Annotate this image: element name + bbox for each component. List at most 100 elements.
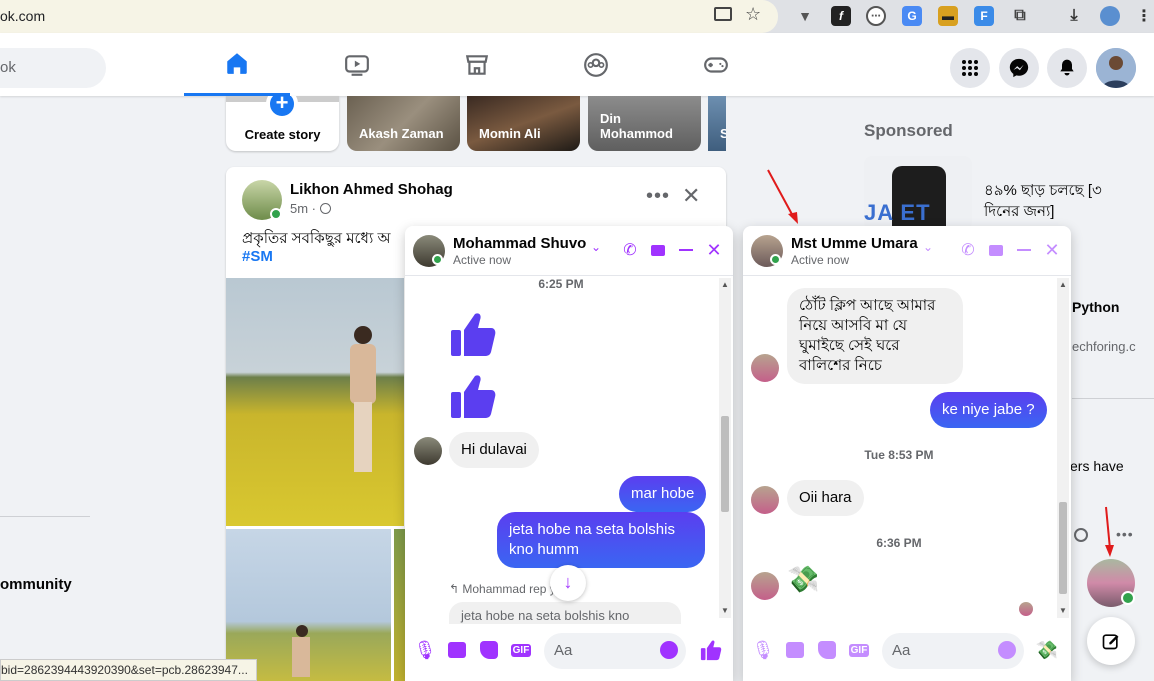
profile-avatar-icon[interactable] [1100, 6, 1120, 26]
message-incoming[interactable]: Hi dulavai [449, 432, 539, 468]
close-chat-icon[interactable]: ✕ [705, 240, 723, 260]
annotation-arrow [767, 169, 798, 224]
post-author-name[interactable]: Likhon Ahmed Shohag [290, 181, 453, 198]
microphone-icon[interactable]: 🎙 [414, 639, 437, 661]
scroll-thumb[interactable] [721, 416, 729, 512]
money-sticker-icon[interactable]: 💸 [787, 564, 819, 595]
story-name: Din Mohammod [600, 111, 673, 141]
tab-video[interactable] [304, 33, 410, 96]
messenger-button[interactable] [999, 48, 1039, 88]
gif-icon[interactable]: GIF [510, 639, 532, 661]
address-bar[interactable]: ok.com ☆ [0, 0, 778, 33]
download-icon[interactable]: ⤓ [1064, 6, 1084, 26]
chevron-down-icon[interactable]: ⌄ [591, 240, 601, 254]
sticker-icon[interactable] [816, 639, 838, 661]
photo-icon[interactable] [784, 639, 806, 661]
reply-preview[interactable]: jeta hobe na seta bolshis kno humm [449, 602, 681, 624]
photo-icon[interactable] [446, 639, 468, 661]
menu-button[interactable] [950, 48, 990, 88]
tab-marketplace[interactable] [424, 33, 530, 96]
close-post-icon[interactable]: ✕ [682, 183, 700, 209]
video-call-icon[interactable] [649, 241, 667, 259]
story-name: Momin Ali [479, 126, 541, 141]
bookmark-star-icon[interactable]: ☆ [745, 4, 761, 25]
scroll-down-arrow[interactable]: ▼ [1059, 606, 1067, 615]
notifications-button[interactable] [1047, 48, 1087, 88]
right-text: ers have [1070, 458, 1124, 474]
story-card[interactable]: Din Mohammod [588, 96, 701, 151]
tab-home[interactable] [184, 33, 290, 96]
chat-header[interactable]: Mohammad Shuvo ⌄ Active now ✆ ✕ [405, 226, 733, 276]
minimize-icon[interactable] [1015, 241, 1033, 259]
chat-timestamp: Tue 8:53 PM [864, 448, 934, 462]
story-card[interactable]: Momin Ali [467, 96, 580, 151]
extension-v-icon[interactable]: ▼ [795, 6, 815, 26]
extension-f-icon[interactable]: f [831, 6, 851, 26]
online-indicator [432, 254, 443, 265]
ad-domain: echforing.c [1072, 339, 1136, 354]
account-avatar[interactable] [1096, 48, 1136, 88]
scroll-up-arrow[interactable]: ▲ [721, 280, 729, 289]
post-options-icon[interactable]: ••• [646, 185, 670, 208]
phone-icon[interactable]: ✆ [959, 241, 977, 259]
chat-contact-name[interactable]: Mohammad Shuvo [453, 235, 586, 252]
browser-menu-icon[interactable]: ⋮ [1134, 6, 1154, 26]
chat-scrollbar[interactable]: ▲ ▼ [719, 278, 731, 618]
new-message-button[interactable] [1087, 617, 1135, 665]
minimize-icon[interactable] [677, 241, 695, 259]
extensions-puzzle-icon[interactable]: ⧉ [1010, 6, 1030, 26]
emoji-icon[interactable] [996, 639, 1018, 661]
profile-photo-icon [1096, 48, 1136, 88]
chat-header[interactable]: Mst Umme Umara ⌄ Active now ✆ ✕ [743, 226, 1071, 276]
scroll-up-arrow[interactable]: ▲ [1059, 280, 1067, 289]
install-app-icon[interactable] [714, 7, 732, 21]
create-story-card[interactable]: + Create story [226, 96, 339, 151]
search-contacts-icon[interactable] [1074, 528, 1088, 542]
tab-gaming[interactable] [663, 33, 769, 96]
chat-timestamp: 6:25 PM [538, 277, 584, 291]
close-chat-icon[interactable]: ✕ [1043, 240, 1061, 260]
sticker-icon[interactable] [478, 639, 500, 661]
message-incoming[interactable]: ঠোঁট ক্লিপ আছে আমার নিয়ে আসবি মা যে ঘুম… [787, 288, 963, 384]
ad-title[interactable]: Python [1072, 299, 1119, 315]
like-send-icon[interactable] [700, 639, 722, 661]
gaming-icon [704, 56, 728, 73]
message-outgoing[interactable]: mar hobe [619, 476, 707, 512]
scroll-to-bottom-button[interactable]: ↓ [550, 565, 586, 601]
story-card[interactable]: Akash Zaman [347, 96, 460, 151]
scroll-down-arrow[interactable]: ▼ [721, 606, 729, 615]
message-incoming[interactable]: Oii hara [787, 480, 864, 516]
extension-code-icon[interactable]: ⋯ [866, 6, 886, 26]
message-outgoing[interactable]: jeta hobe na seta bolshis kno humm [497, 512, 705, 568]
extension-fi-icon[interactable]: F [974, 6, 994, 26]
emoji-icon[interactable] [658, 639, 680, 661]
video-call-icon[interactable] [987, 241, 1005, 259]
online-indicator [1121, 591, 1135, 605]
story-name: S [720, 126, 726, 141]
money-sticker-send-icon[interactable]: 💸 [1036, 639, 1058, 661]
annotation-arrow [1105, 506, 1114, 557]
microphone-icon[interactable]: 🎙 [752, 639, 775, 661]
chat-scrollbar[interactable]: ▲ ▼ [1057, 278, 1069, 618]
tab-groups[interactable] [543, 33, 649, 96]
ad-image[interactable]: JA ET [864, 156, 972, 230]
sidebar-item-community[interactable]: ommunity [0, 576, 72, 593]
story-card[interactable]: S [708, 96, 726, 151]
search-input[interactable]: ok [0, 48, 106, 88]
translate-icon[interactable]: G [902, 6, 922, 26]
post-photo[interactable] [226, 278, 404, 526]
message-outgoing[interactable]: ke niye jabe ? [930, 392, 1047, 428]
facebook-header: ok [0, 33, 1154, 96]
contacts-options-icon[interactable]: ••• [1116, 526, 1134, 542]
post-time[interactable]: 5m · [290, 201, 316, 216]
chat-contact-name[interactable]: Mst Umme Umara [791, 235, 918, 252]
extension-folder-icon[interactable]: ▬ [938, 6, 958, 26]
ad-text[interactable]: ৪৯% ছাড় চলছে [৩ দিনের জন্য] [984, 180, 1114, 222]
chevron-down-icon[interactable]: ⌄ [923, 240, 933, 254]
phone-icon[interactable]: ✆ [621, 241, 639, 259]
post-hashtag[interactable]: #SM [242, 248, 273, 265]
marketplace-icon [465, 54, 489, 75]
scroll-thumb[interactable] [1059, 502, 1067, 594]
gif-icon[interactable]: GIF [848, 639, 870, 661]
home-icon [227, 53, 247, 74]
